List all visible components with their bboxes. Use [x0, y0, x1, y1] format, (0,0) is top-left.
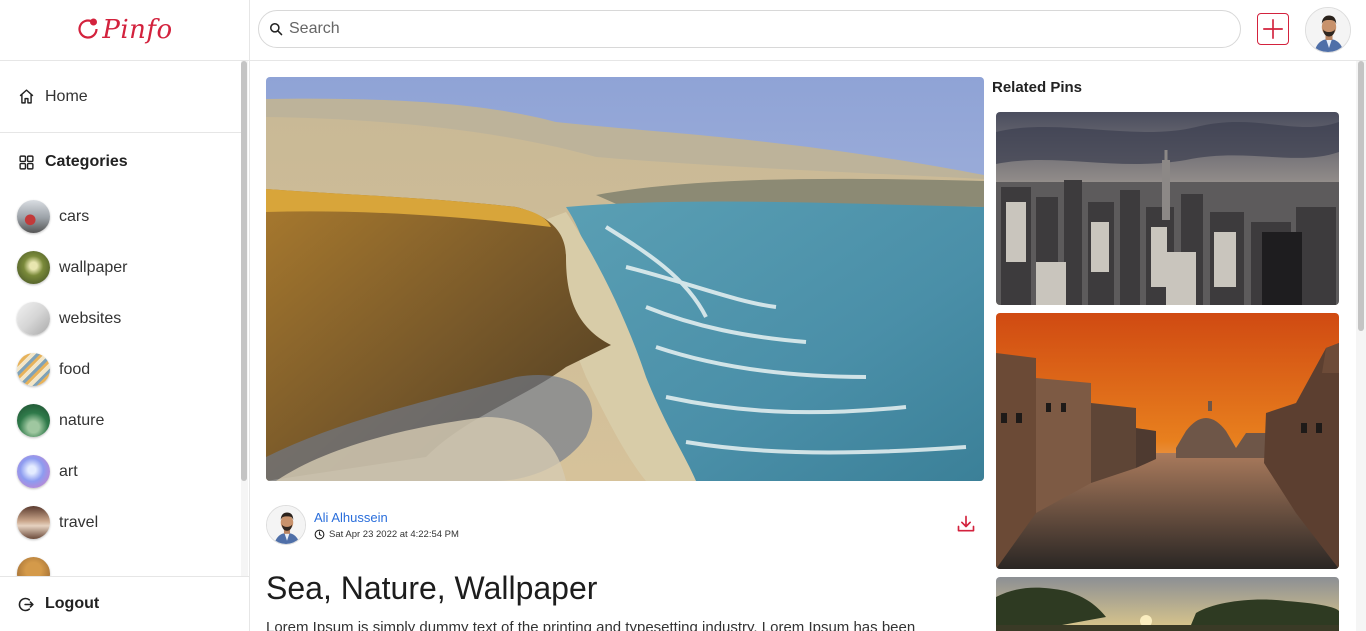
category-list: cars wallpaper websites food nature art — [0, 191, 249, 576]
sidebar-item-food[interactable]: food — [0, 344, 249, 395]
sidebar-item-travel[interactable]: travel — [0, 497, 249, 548]
sidebar-item-more[interactable] — [0, 548, 249, 576]
download-icon — [957, 515, 975, 532]
nature-thumbnail — [17, 404, 50, 437]
sidebar-item-cars[interactable]: cars — [0, 191, 249, 242]
sidebar-item-label: food — [59, 360, 91, 378]
search-icon — [269, 22, 283, 36]
related-pin-card[interactable] — [996, 112, 1339, 305]
pin-image[interactable] — [266, 77, 984, 481]
author-avatar[interactable] — [266, 505, 306, 545]
clock-icon — [314, 529, 325, 540]
user-avatar[interactable] — [1305, 7, 1351, 53]
search-input[interactable] — [289, 20, 1189, 38]
user-photo — [1306, 8, 1350, 52]
city-skyline-image — [996, 112, 1339, 305]
category-thumbnail — [17, 557, 50, 576]
sidebar-item-label: travel — [59, 513, 99, 531]
home-icon — [19, 89, 34, 104]
venice-sunset-image — [996, 313, 1339, 569]
sidebar-item-websites[interactable]: websites — [0, 293, 249, 344]
travel-thumbnail — [17, 506, 50, 539]
sidebar-item-home[interactable]: Home — [0, 61, 241, 133]
logout-icon — [18, 597, 34, 611]
logout-button[interactable]: Logout — [0, 576, 249, 631]
post-date-text: Sat Apr 23 2022 at 4:22:54 PM — [329, 529, 459, 540]
pin-title: Sea, Nature, Wallpaper — [266, 570, 598, 606]
sidebar-item-nature[interactable]: nature — [0, 395, 249, 446]
related-pins-title: Related Pins — [992, 79, 1083, 96]
categories-heading: Categories — [0, 133, 249, 191]
search-bar[interactable] — [258, 10, 1241, 48]
sea-cliff-image — [266, 77, 984, 481]
post-date: Sat Apr 23 2022 at 4:22:54 PM — [314, 529, 459, 540]
app-logo[interactable]: Pinfo — [0, 0, 249, 61]
sunset-trees-image — [996, 577, 1339, 631]
sidebar-item-wallpaper[interactable]: wallpaper — [0, 242, 249, 293]
logout-label: Logout — [45, 595, 100, 612]
pin-description: Lorem Ipsum is simply dummy text of the … — [266, 619, 916, 631]
sidebar: Pinfo Home Categories cars wallpaper web… — [0, 0, 250, 631]
food-thumbnail — [17, 353, 50, 386]
art-thumbnail — [17, 455, 50, 488]
pin-detail: Ali Alhussein Sat Apr 23 2022 at 4:22:54… — [250, 61, 1356, 631]
wallpaper-thumbnail — [17, 251, 50, 284]
sidebar-item-label: art — [59, 462, 78, 480]
sidebar-item-label: cars — [59, 207, 90, 225]
grid-icon — [19, 154, 34, 170]
logo-text: Pinfo — [102, 15, 173, 45]
sidebar-scroll-area: Home Categories cars wallpaper websites … — [0, 61, 249, 576]
sidebar-item-label: nature — [59, 411, 105, 429]
author-photo — [267, 506, 305, 544]
websites-thumbnail — [17, 302, 50, 335]
sidebar-item-label: wallpaper — [59, 258, 128, 276]
categories-title: Categories — [45, 153, 128, 170]
top-bar — [250, 0, 1366, 61]
add-pin-button[interactable] — [1257, 13, 1289, 45]
sidebar-item-label: Home — [45, 87, 88, 105]
author-row: Ali Alhussein Sat Apr 23 2022 at 4:22:54… — [266, 504, 984, 546]
sidebar-item-art[interactable]: art — [0, 446, 249, 497]
related-pin-card[interactable] — [996, 313, 1339, 569]
plus-icon — [1263, 19, 1283, 39]
cars-thumbnail — [17, 200, 50, 233]
page-scrollbar-thumb[interactable] — [1358, 61, 1364, 331]
sidebar-item-label: websites — [59, 309, 122, 327]
logo-icon — [78, 18, 98, 39]
download-button[interactable] — [956, 514, 976, 534]
related-pin-card[interactable] — [996, 577, 1339, 631]
author-name-link[interactable]: Ali Alhussein — [314, 510, 388, 525]
sidebar-scrollbar-thumb[interactable] — [241, 61, 247, 481]
